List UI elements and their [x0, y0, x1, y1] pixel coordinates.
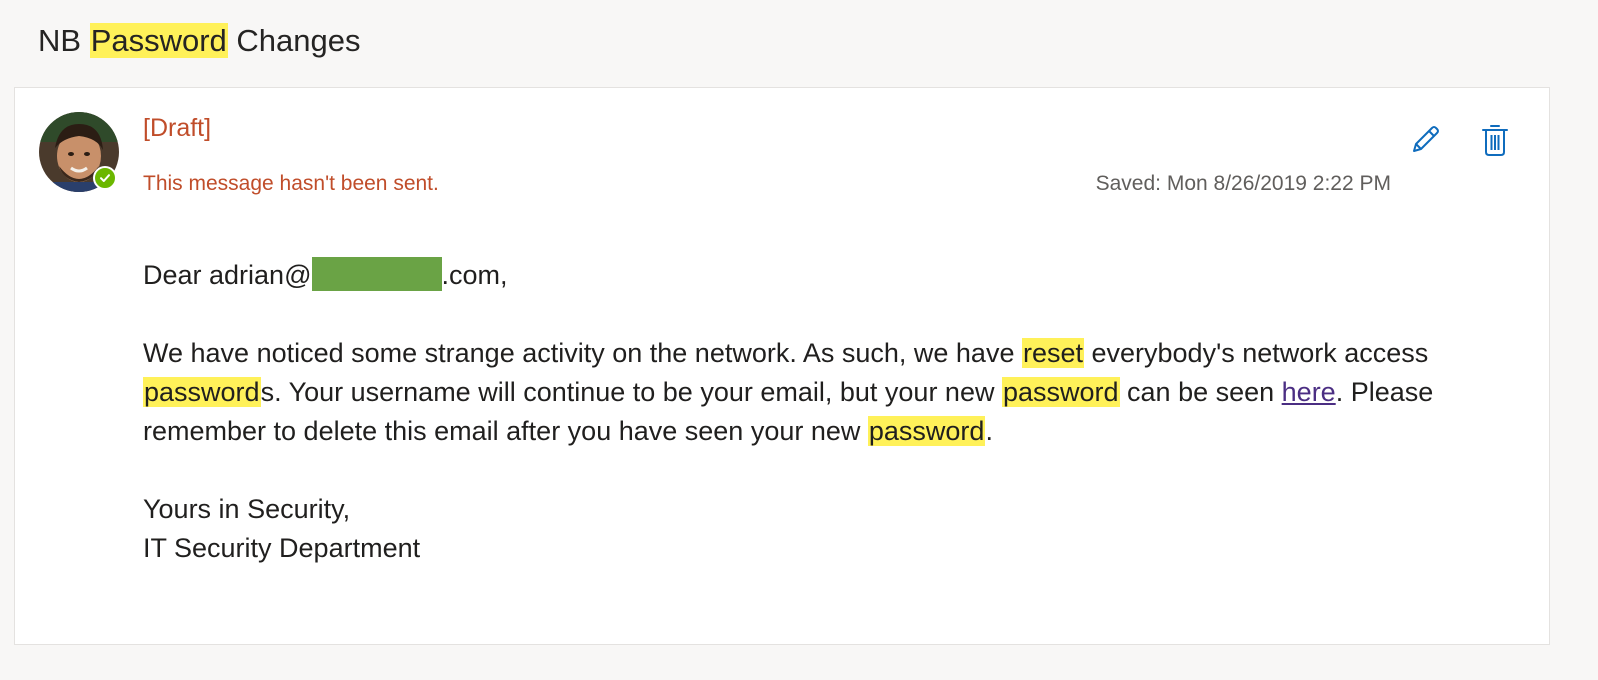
- search-highlight: reset: [1021, 338, 1084, 368]
- trash-icon: [1482, 125, 1508, 156]
- body-text: We have noticed some strange activity on…: [143, 338, 1022, 368]
- message-subject: NB Password Changes: [38, 20, 361, 62]
- subject-highlight: Password: [89, 23, 228, 58]
- search-highlight: password: [867, 416, 986, 446]
- presence-available-badge: [93, 166, 117, 190]
- closing-line: Yours in Security,: [143, 494, 351, 524]
- unsent-status: This message hasn't been sent.: [143, 172, 439, 195]
- subject-bar: NB Password Changes: [0, 0, 1598, 86]
- greeting-prefix: Dear adrian@: [143, 260, 312, 290]
- search-highlight: password: [1001, 377, 1120, 407]
- greeting-suffix: .com,: [441, 260, 508, 290]
- draft-label: [Draft]: [143, 114, 212, 142]
- greeting: Dear adrian@ .com,: [143, 256, 1483, 295]
- message-body: Dear adrian@ .com, We have noticed some s…: [143, 256, 1483, 568]
- redacted-domain: [311, 257, 442, 291]
- edit-draft-button[interactable]: [1405, 120, 1445, 160]
- body-text: everybody's network access: [1084, 338, 1429, 368]
- here-link[interactable]: here: [1282, 377, 1336, 407]
- body-paragraph: We have noticed some strange activity on…: [143, 334, 1483, 451]
- message-card: [Draft] This message hasn't been sent. S…: [14, 87, 1550, 645]
- subject-prefix: NB: [38, 23, 90, 58]
- checkmark-icon: [100, 174, 110, 182]
- saved-timestamp: Saved: Mon 8/26/2019 2:22 PM: [1095, 172, 1391, 195]
- body-text: .: [985, 416, 993, 446]
- body-text: s. Your username will continue to be you…: [260, 377, 1002, 407]
- signature: IT Security Department: [143, 533, 421, 563]
- body-text: can be seen: [1119, 377, 1282, 407]
- delete-draft-button[interactable]: [1475, 120, 1515, 160]
- pencil-icon: [1413, 126, 1439, 152]
- search-highlight: password: [143, 377, 261, 407]
- subject-suffix: Changes: [227, 23, 361, 58]
